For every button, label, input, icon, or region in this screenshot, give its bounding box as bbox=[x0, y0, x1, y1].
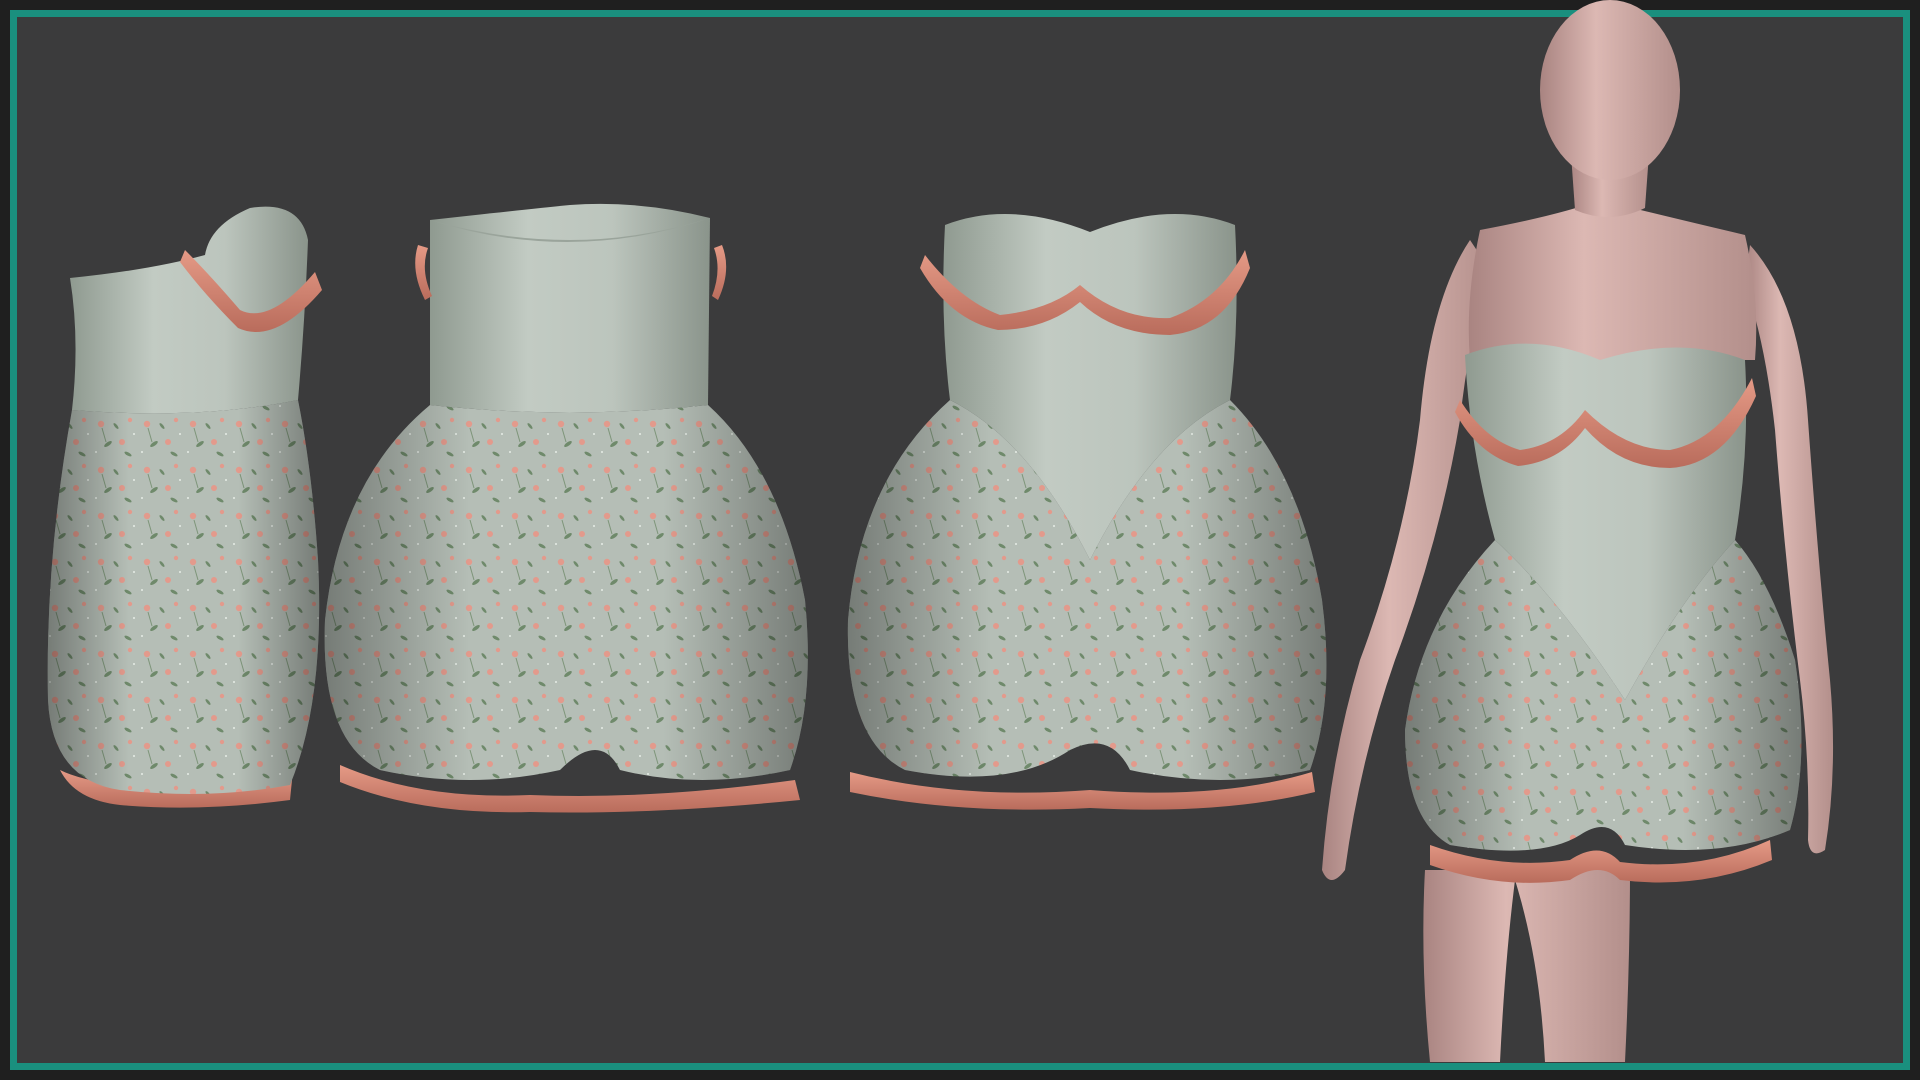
garment-side-view bbox=[47, 206, 322, 808]
mannequin-legs bbox=[1423, 870, 1630, 1062]
garment-render-scene bbox=[47, 0, 1834, 1062]
bodice bbox=[430, 203, 710, 413]
side-ruffle-left bbox=[415, 245, 432, 300]
garment-front-view bbox=[847, 214, 1327, 810]
mannequin-head bbox=[1540, 0, 1680, 180]
mannequin-torso bbox=[1468, 200, 1757, 360]
mannequin-view bbox=[1322, 0, 1834, 1062]
side-ruffle-right bbox=[712, 245, 727, 300]
garment-back-view bbox=[324, 203, 808, 813]
